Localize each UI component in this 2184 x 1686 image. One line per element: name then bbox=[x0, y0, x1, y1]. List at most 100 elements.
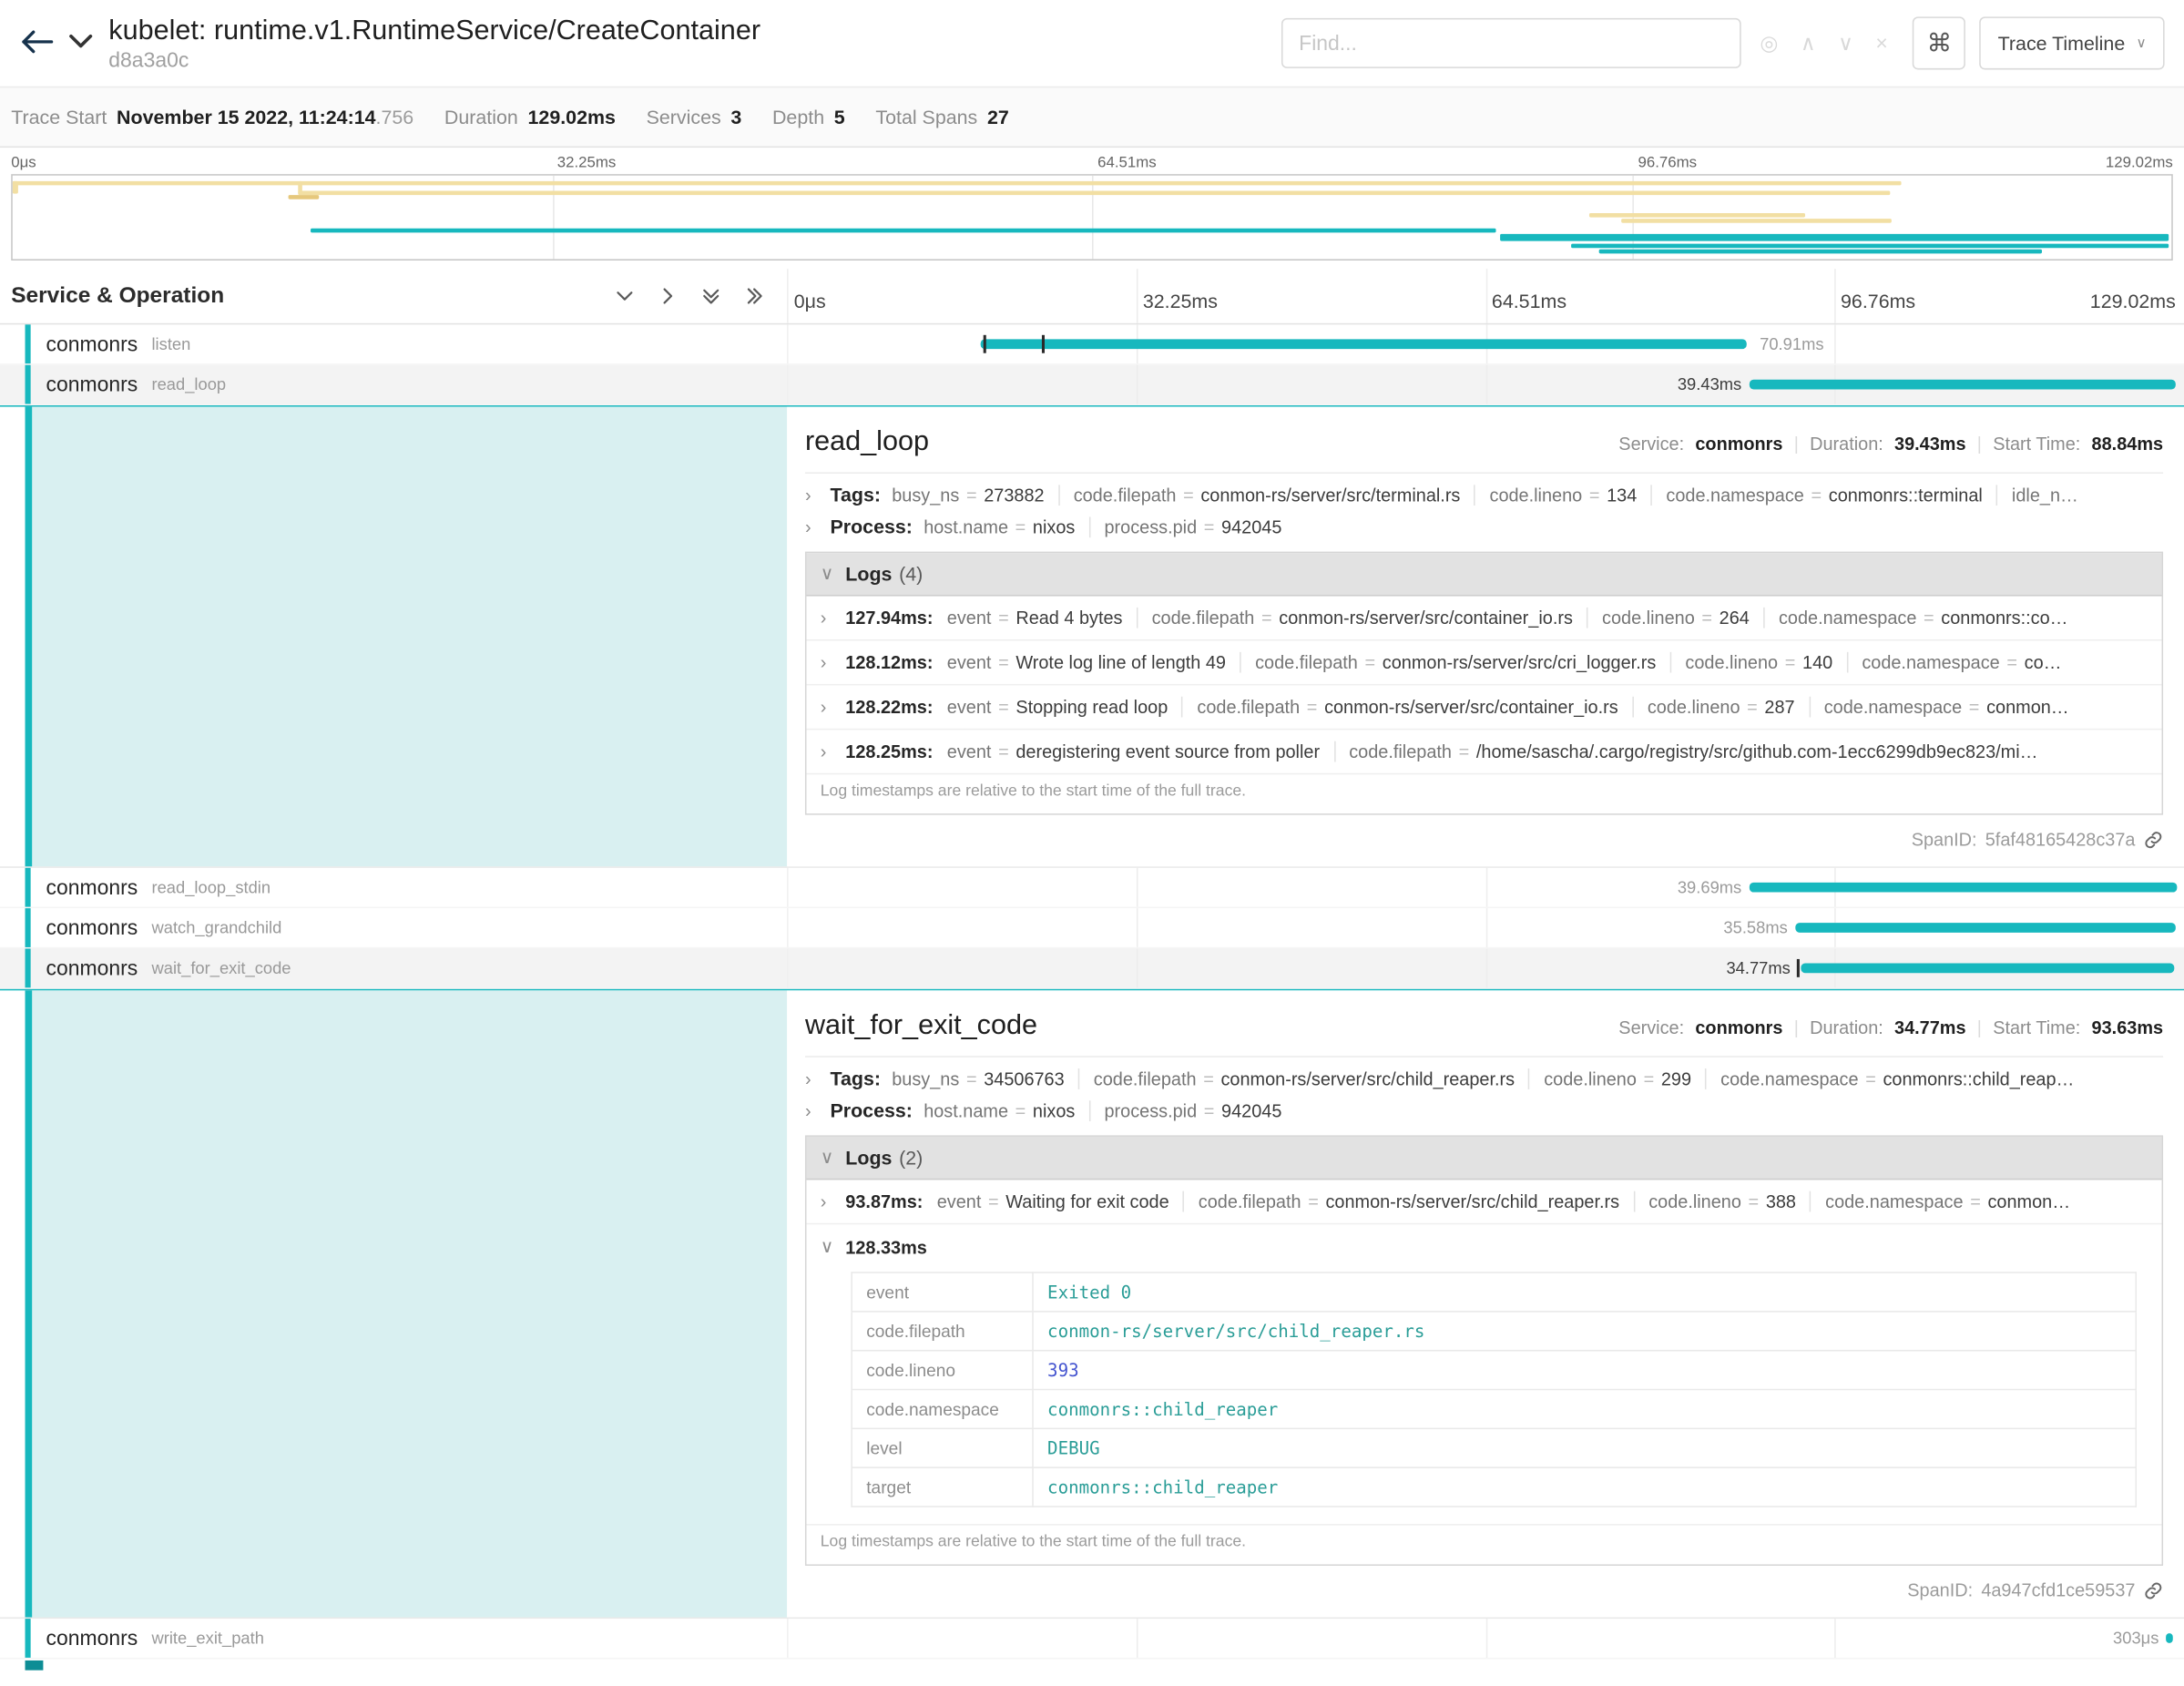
next-result-icon[interactable]: ∨ bbox=[1838, 31, 1853, 56]
log-entry[interactable]: › 128.25ms: event=deregistering event so… bbox=[806, 730, 2161, 774]
span-id-value: 4a947cfd1ce59537 bbox=[1981, 1579, 2135, 1600]
caret-right-icon: › bbox=[821, 652, 846, 673]
keyboard-shortcuts-button[interactable]: ⌘ bbox=[1913, 16, 1965, 69]
clear-find-icon[interactable]: × bbox=[1875, 31, 1887, 55]
tag-chips: busy_ns=34506763 code.filepath=conmon-rs… bbox=[892, 1068, 2087, 1088]
top-bar: kubelet: runtime.v1.RuntimeService/Creat… bbox=[0, 0, 2184, 87]
collapse-one-icon[interactable] bbox=[613, 285, 635, 307]
span-id-value: 5faf48165428c37a bbox=[1985, 829, 2136, 850]
tag-chip: busy_ns=34506763 bbox=[892, 1068, 1078, 1088]
tag-chip: code.lineno=134 bbox=[1475, 484, 1651, 505]
operation-name: read_loop_stdin bbox=[151, 877, 270, 896]
link-icon[interactable] bbox=[2144, 1580, 2163, 1599]
process-chips: host.name=nixos process.pid=942045 bbox=[924, 516, 1296, 537]
span-row-left[interactable]: conmonrs read_loop bbox=[0, 365, 787, 404]
span-detail-read-loop: read_loop Service:conmonrs | Duration:39… bbox=[0, 405, 2184, 868]
process-row[interactable]: › Process: host.name=nixos process.pid=9… bbox=[805, 1099, 2163, 1121]
process-row[interactable]: › Process: host.name=nixos process.pid=9… bbox=[805, 516, 2163, 537]
span-row-read-loop-stdin[interactable]: conmonrs read_loop_stdin 39.69ms bbox=[0, 868, 2184, 908]
span-row-left[interactable]: conmonrs read_loop_stdin bbox=[0, 868, 787, 907]
tag-chip: busy_ns=273882 bbox=[892, 484, 1058, 505]
collapse-trace-header-button[interactable] bbox=[61, 15, 100, 71]
span-row-timeline: 39.69ms bbox=[787, 868, 2184, 907]
trace-duration: Duration129.02ms bbox=[444, 106, 616, 128]
tag-chip: code.lineno=299 bbox=[1528, 1068, 1705, 1088]
service-name: conmonrs bbox=[46, 1626, 138, 1650]
caret-down-icon: ∨ bbox=[821, 1147, 846, 1169]
span-row-timeline: 39.43ms bbox=[787, 365, 2184, 404]
logs-header[interactable]: ∨ Logs (4) bbox=[806, 553, 2161, 596]
log-entry[interactable]: › 93.87ms: event=Waiting for exit code c… bbox=[806, 1180, 2161, 1224]
operation-name: watch_grandchild bbox=[151, 918, 281, 937]
log-entry[interactable]: › 128.22ms: event=Stopping read loop cod… bbox=[806, 685, 2161, 730]
span-row-timeline: 303μs bbox=[787, 1619, 2184, 1658]
detail-indent-fill bbox=[26, 990, 788, 1617]
span-row-read-loop[interactable]: conmonrs read_loop 39.43ms bbox=[0, 365, 2184, 405]
chevron-down-icon: ∨ bbox=[2136, 36, 2146, 51]
view-selector-button[interactable]: Trace Timeline ∨ bbox=[1980, 16, 2165, 69]
span-bar[interactable] bbox=[1801, 964, 2174, 974]
find-input[interactable] bbox=[1281, 18, 1740, 68]
span-row-watch-grandchild[interactable]: conmonrs watch_grandchild 35.58ms bbox=[0, 908, 2184, 948]
trace-summary-bar: Trace Start November 15 2022, 11:24:14.7… bbox=[0, 87, 2184, 148]
span-id-row: SpanID: 5faf48165428c37a bbox=[805, 829, 2163, 850]
detail-collapse-strip[interactable] bbox=[0, 990, 787, 1617]
prev-result-icon[interactable]: ∧ bbox=[1801, 31, 1816, 56]
expand-all-icon[interactable] bbox=[742, 285, 764, 307]
log-entry[interactable]: › 127.94ms: event=Read 4 bytes code.file… bbox=[806, 597, 2161, 641]
expand-one-icon[interactable] bbox=[656, 285, 678, 307]
span-row-left[interactable]: conmonrs write_exit_path bbox=[0, 1619, 787, 1658]
span-row-left[interactable]: conmonrs listen bbox=[0, 324, 787, 363]
service-color-accent bbox=[26, 1619, 31, 1658]
service-color-accent bbox=[26, 868, 31, 907]
tags-row[interactable]: › Tags: busy_ns=273882 code.filepath=con… bbox=[805, 484, 2163, 506]
tag-chip: code.filepath=conmon-rs/server/src/child… bbox=[1078, 1068, 1528, 1088]
log-field-row: code.namespaceconmonrs::child_reaper bbox=[852, 1390, 2136, 1429]
trace-id: d8a3a0c bbox=[108, 48, 760, 72]
span-bar[interactable] bbox=[1750, 883, 2177, 893]
span-duration-label: 34.77ms bbox=[1726, 958, 1790, 977]
log-entry-expanded[interactable]: ∨ 128.33ms eventExited 0 code.filepathco… bbox=[806, 1224, 2161, 1525]
link-icon[interactable] bbox=[2144, 830, 2163, 849]
span-row-write-exit-path[interactable]: conmonrs write_exit_path 303μs bbox=[0, 1619, 2184, 1659]
span-row-listen[interactable]: conmonrs listen 70.91ms bbox=[0, 324, 2184, 364]
service-color-accent bbox=[26, 365, 31, 404]
detail-collapse-strip[interactable] bbox=[0, 407, 787, 867]
span-bar[interactable] bbox=[1750, 380, 2175, 390]
span-row-wait-for-exit-code[interactable]: conmonrs wait_for_exit_code 34.77ms bbox=[0, 948, 2184, 988]
logs-header[interactable]: ∨ Logs (2) bbox=[806, 1137, 2161, 1180]
operation-name: listen bbox=[151, 334, 190, 353]
detail-span-meta: Service:conmonrs | Duration:39.43ms | St… bbox=[1618, 434, 2163, 455]
span-bar[interactable] bbox=[2166, 1633, 2173, 1643]
span-row-timeline: 34.77ms bbox=[787, 948, 2184, 987]
caret-right-icon: › bbox=[805, 1099, 831, 1120]
back-button[interactable] bbox=[14, 15, 61, 71]
span-bar[interactable] bbox=[1796, 923, 2176, 933]
collapse-all-icon[interactable] bbox=[699, 285, 721, 307]
span-duration-label: 39.43ms bbox=[1678, 374, 1741, 393]
caret-down-icon: ∨ bbox=[821, 563, 846, 585]
log-entry[interactable]: › 128.12ms: event=Wrote log line of leng… bbox=[806, 640, 2161, 685]
minimap-gridline bbox=[552, 176, 554, 260]
locate-icon[interactable]: ◎ bbox=[1760, 31, 1778, 56]
span-detail-wait-for-exit-code: wait_for_exit_code Service:conmonrs | Du… bbox=[0, 989, 2184, 1619]
trace-services: Services3 bbox=[647, 106, 742, 128]
caret-down-icon: ∨ bbox=[821, 1236, 846, 1258]
log-field-row: targetconmonrs::child_reaper bbox=[852, 1467, 2136, 1507]
caret-right-icon: › bbox=[821, 608, 846, 628]
detail-content: wait_for_exit_code Service:conmonrs | Du… bbox=[787, 990, 2184, 1617]
tags-row[interactable]: › Tags: busy_ns=34506763 code.filepath=c… bbox=[805, 1067, 2163, 1088]
tag-chip: code.namespace=conmonrs::child_reap… bbox=[1705, 1068, 2087, 1088]
span-bar[interactable] bbox=[981, 339, 1747, 349]
operation-name: wait_for_exit_code bbox=[151, 958, 291, 977]
service-name: conmonrs bbox=[46, 875, 138, 899]
caret-right-icon: › bbox=[805, 516, 831, 537]
logs-count: (4) bbox=[899, 563, 923, 585]
tag-chip: code.filepath=conmon-rs/server/src/termi… bbox=[1058, 484, 1475, 505]
span-row-left[interactable]: conmonrs wait_for_exit_code bbox=[0, 948, 787, 987]
span-row-left[interactable]: conmonrs watch_grandchild bbox=[0, 908, 787, 947]
minimap-spans[interactable] bbox=[11, 174, 2173, 261]
process-chip: process.pid=942045 bbox=[1089, 516, 1296, 537]
operation-name: read_loop bbox=[151, 374, 226, 393]
minimap-axis: 0μs 32.25ms 64.51ms 96.76ms 129.02ms bbox=[11, 153, 2173, 174]
